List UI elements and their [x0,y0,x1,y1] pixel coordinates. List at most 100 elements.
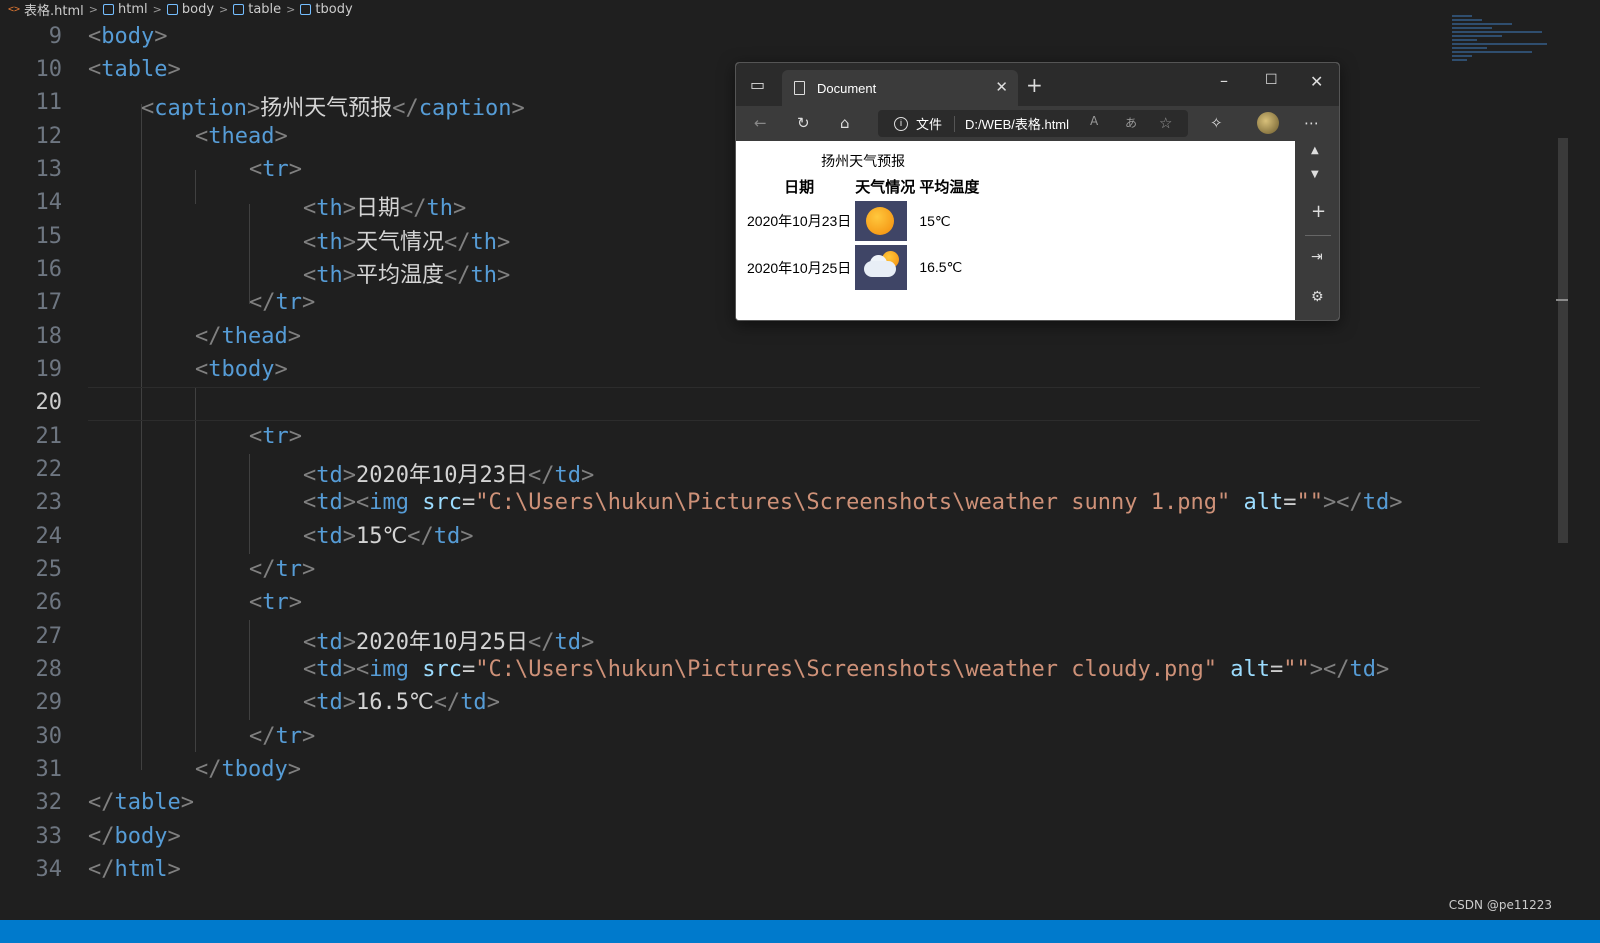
line-number: 26 [35,590,63,615]
refresh-icon[interactable]: ↻ [797,114,810,132]
line-number: 11 [35,90,63,115]
cell-date: 2020年10月23日 [747,213,852,229]
new-tab-icon[interactable]: + [1026,73,1043,97]
tab-actions-icon[interactable]: ▭ [750,75,765,94]
minimize-icon[interactable]: – [1220,71,1228,90]
browser-window[interactable]: ▭ Document ✕ + – ☐ ✕ ← ↻ ⌂ i 文件 D:/WEB/表… [735,62,1340,321]
browser-toolbar: ← ↻ ⌂ i 文件 D:/WEB/表格.html A あ ☆ ✧ ⋯ [736,106,1339,141]
line-number: 14 [35,190,63,215]
chevron-right-icon: > [286,2,296,16]
close-window-icon[interactable]: ✕ [1310,72,1323,91]
line-number: 33 [35,824,63,849]
breadcrumb-item-tbody[interactable]: tbody [300,1,353,17]
browser-sidebar: ▲ ▼ + ⇥ ⚙ [1295,141,1339,320]
breadcrumb-item-table[interactable]: table [233,2,281,17]
line-number: 32 [35,790,63,815]
symbol-element-icon [233,3,245,15]
back-icon[interactable]: ← [754,114,767,132]
html-file-icon: <> [8,3,21,15]
line-number: 17 [35,290,63,315]
code-line: <td>16.5℃</td> [303,690,500,715]
line-number: 24 [35,524,63,549]
address-url: D:/WEB/表格.html [965,117,1070,132]
code-line: </html> [88,857,181,882]
more-options-icon[interactable]: ⋯ [1304,114,1319,132]
breadcrumb-label: 表格.html [24,3,84,19]
code-line: <thead> [195,124,288,149]
gear-icon[interactable]: ⚙ [1311,289,1324,305]
weather-table: 扬州天气预报 日期 天气情况 平均温度 2020年10月23日 15℃ 2020… [744,149,982,293]
line-number: 27 [35,624,63,649]
scroll-up-icon[interactable]: ▲ [1311,145,1319,156]
address-scheme-label: 文件 [916,117,943,132]
scroll-down-icon[interactable]: ▼ [1311,169,1319,180]
cell-weather [854,200,916,242]
tab-title: Document [817,80,877,96]
line-number: 19 [35,357,63,382]
browser-titlebar: ▭ Document ✕ + – ☐ ✕ [736,63,1339,106]
breadcrumb: <> 表格.html > html > body > table > tbody [0,0,1600,19]
breadcrumb-item-body[interactable]: body [166,1,215,17]
line-number: 30 [35,724,63,749]
watermark: CSDN @pe11223 [1448,898,1552,912]
code-line: </table> [88,790,194,815]
document-icon [794,81,805,95]
breadcrumb-label: table [248,1,282,17]
sunny-icon [855,201,908,241]
line-number: 29 [35,690,63,715]
header-date: 日期 [784,179,815,196]
table-caption: 扬州天气预报 [821,153,906,169]
breadcrumb-label: html [118,1,148,17]
line-number: 21 [35,424,63,449]
line-number: 13 [35,157,63,182]
add-favorite-icon[interactable]: ☆ [1159,114,1172,132]
profile-avatar[interactable] [1257,112,1279,134]
symbol-element-icon [103,3,115,15]
read-aloud-icon[interactable]: A [1090,114,1098,128]
line-number: 16 [35,257,63,282]
indent-guide [249,454,250,554]
scrollbar-cursor-marker [1556,299,1568,301]
browser-tab[interactable]: Document ✕ [782,70,1018,106]
info-icon[interactable]: i [894,116,908,131]
code-line: <table> [88,57,181,82]
line-number: 31 [35,757,63,782]
line-number: 9 [48,24,62,49]
minimap[interactable] [1452,15,1562,95]
code-line: <tbody> [195,357,288,382]
maximize-icon[interactable]: ☐ [1265,72,1278,88]
close-tab-icon[interactable]: ✕ [995,78,1008,96]
breadcrumb-item-html[interactable]: html [103,2,148,17]
divider [954,115,956,132]
indent-guide [195,170,196,204]
extensions-icon[interactable]: ✧ [1210,114,1223,132]
line-number: 25 [35,557,63,582]
indent-guide [195,388,196,752]
code-line: </thead> [195,324,301,349]
divider [1305,235,1331,236]
symbol-element-icon [300,3,312,15]
add-icon[interactable]: + [1311,201,1326,222]
line-number: 34 [35,857,63,882]
code-line: <td><img src="C:\Users\hukun\Pictures\Sc… [303,657,1390,682]
indent-guide [141,104,142,770]
code-line: </tr> [249,290,316,315]
table-row: 2020年10月25日 16.5℃ [746,244,980,291]
code-line: <tr> [249,157,302,182]
symbol-element-icon [166,3,178,15]
breadcrumb-item-file[interactable]: <> 表格.html [8,0,84,19]
code-line: <body> [88,24,168,49]
hide-sidebar-icon[interactable]: ⇥ [1311,249,1323,265]
address-bar[interactable]: i 文件 D:/WEB/表格.html [878,110,1188,137]
chevron-right-icon: > [152,2,162,16]
cell-weather [854,244,916,291]
breadcrumb-label: body [181,1,215,17]
code-line: <th>日期</th> [303,196,467,221]
line-number: 10 [35,57,63,82]
code-line: <th>平均温度</th> [303,263,511,288]
translate-icon[interactable]: あ [1125,114,1137,131]
vertical-scrollbar[interactable] [1558,138,1568,543]
cell-date: 2020年10月25日 [747,259,852,276]
home-icon[interactable]: ⌂ [840,114,850,132]
breadcrumb-label: tbody [315,1,353,17]
